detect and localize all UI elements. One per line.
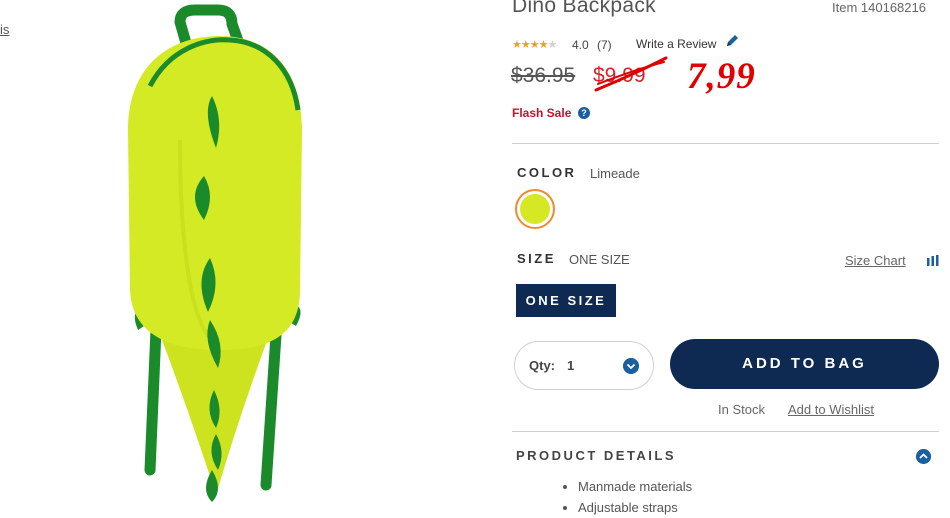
add-to-wishlist-link[interactable]: Add to Wishlist bbox=[788, 402, 874, 417]
flash-sale-label: Flash Sale bbox=[512, 106, 572, 120]
quantity-label: Qty: bbox=[529, 358, 555, 373]
help-icon[interactable]: ? bbox=[578, 107, 590, 119]
divider bbox=[512, 143, 939, 144]
pencil-icon[interactable] bbox=[724, 33, 740, 49]
review-count[interactable]: (7) bbox=[597, 38, 612, 52]
star-icon: ★ bbox=[512, 39, 522, 51]
chevron-up-icon[interactable] bbox=[916, 449, 931, 464]
star-rating[interactable]: ★★★★★ bbox=[512, 38, 558, 51]
star-icon: ★ bbox=[529, 39, 540, 51]
write-review-link[interactable]: Write a Review bbox=[636, 37, 716, 51]
add-to-bag-button[interactable]: ADD TO BAG bbox=[670, 339, 939, 389]
quantity-value: 1 bbox=[567, 358, 575, 373]
item-number: Item 140168216 bbox=[832, 0, 926, 15]
handwritten-strikethrough bbox=[594, 56, 668, 92]
star-empty-icon: ★ bbox=[547, 39, 558, 51]
ruler-icon[interactable] bbox=[927, 255, 939, 266]
color-label: COLOR bbox=[517, 165, 577, 180]
size-option-button[interactable]: ONE SIZE bbox=[516, 284, 616, 317]
product-title: Dino Backpack bbox=[512, 0, 656, 17]
original-price: $36.95 bbox=[511, 64, 576, 87]
handwritten-price-annotation: 7,99 bbox=[687, 56, 756, 97]
quantity-select[interactable]: Qty: 1 bbox=[514, 341, 654, 390]
product-image bbox=[128, 4, 302, 502]
star-icon: ★ bbox=[520, 39, 531, 51]
size-value: ONE SIZE bbox=[569, 252, 630, 267]
size-label: SIZE bbox=[517, 251, 556, 266]
rating-value: 4.0 bbox=[572, 38, 589, 52]
stock-status: In Stock bbox=[718, 402, 765, 417]
product-details-heading[interactable]: PRODUCT DETAILS bbox=[516, 448, 676, 463]
list-item: Manmade materials bbox=[578, 476, 692, 497]
size-chart-link[interactable]: Size Chart bbox=[845, 253, 906, 268]
divider bbox=[512, 431, 939, 432]
chevron-down-icon bbox=[623, 358, 639, 374]
star-icon: ★ bbox=[538, 39, 549, 51]
truncated-link[interactable]: is bbox=[0, 22, 9, 37]
color-value: Limeade bbox=[590, 166, 640, 181]
product-details-list: Manmade materials Adjustable straps bbox=[560, 476, 692, 518]
swatch-fill bbox=[520, 194, 550, 224]
color-swatch-limeade[interactable] bbox=[515, 189, 555, 229]
